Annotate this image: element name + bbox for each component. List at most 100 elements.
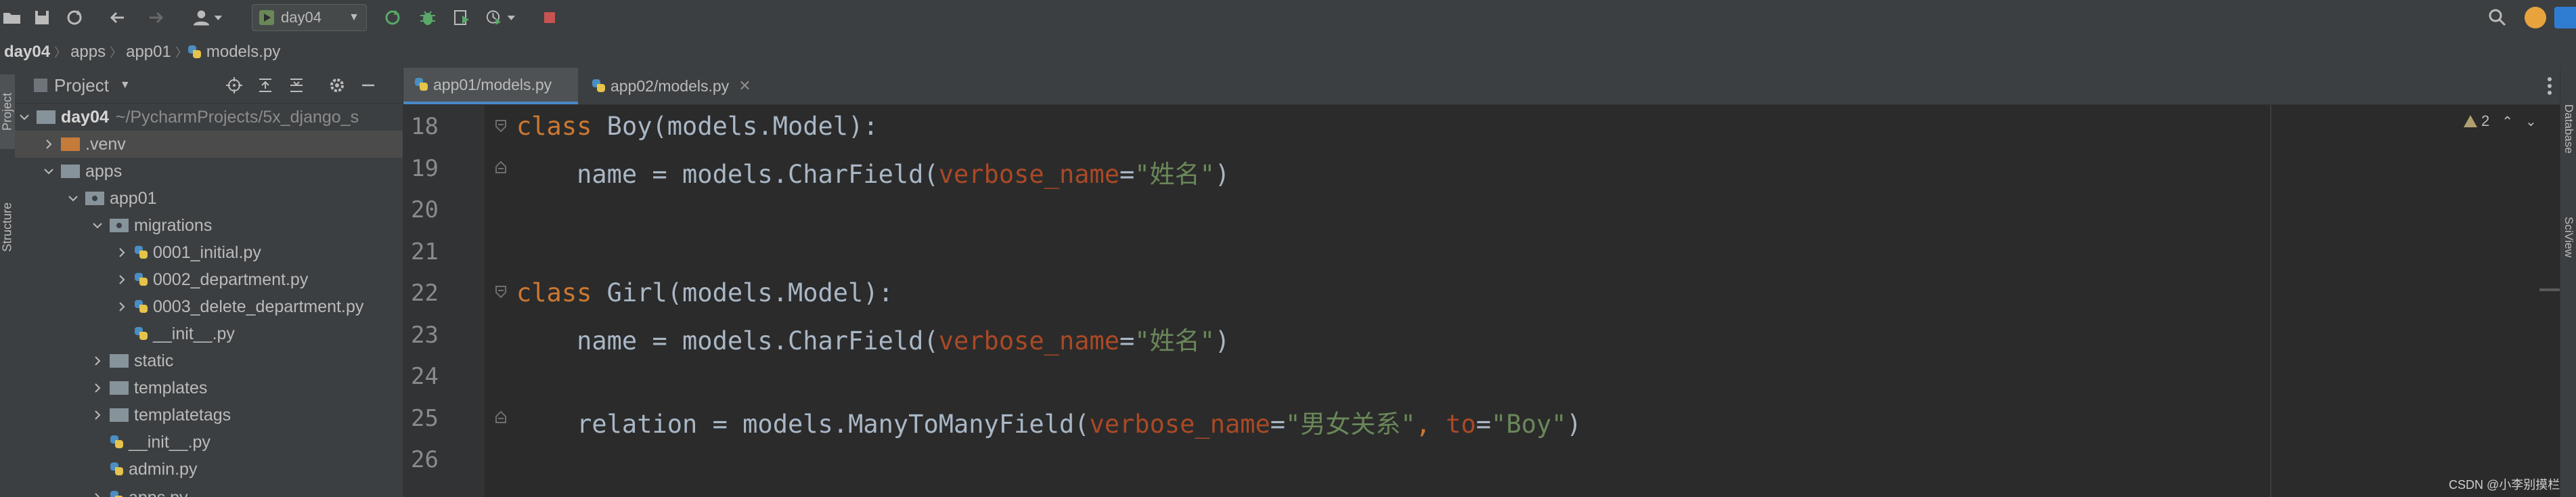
code-token: , xyxy=(1415,410,1446,439)
run-configuration-dropdown[interactable]: day04 ▼ xyxy=(252,4,367,31)
coverage-icon[interactable] xyxy=(449,5,474,30)
chevron-down-icon[interactable] xyxy=(42,165,55,178)
code-token: name = models.CharField( xyxy=(516,326,939,355)
tree-item-migration-0003[interactable]: 0003_delete_department.py xyxy=(15,293,403,320)
tree-label: 0002_department.py xyxy=(153,269,309,289)
rerun-icon[interactable] xyxy=(380,5,405,30)
breadcrumb-app01[interactable]: app01 xyxy=(122,43,175,62)
tree-item-static[interactable]: static xyxy=(15,347,403,374)
chevron-up-icon[interactable]: ⌃ xyxy=(2502,113,2513,130)
code-line-23[interactable]: name = models.CharField(verbose_name="姓名… xyxy=(516,320,1230,357)
forward-arrow-icon[interactable] xyxy=(143,5,168,30)
project-tool-tab[interactable]: Project xyxy=(0,74,15,149)
refresh-icon[interactable] xyxy=(62,5,87,30)
code-editor[interactable]: 18 19 20 21 22 23 24 25 26 class Boy(mod… xyxy=(403,105,2270,497)
tree-item-app01[interactable]: app01 xyxy=(15,185,403,212)
tree-item-admin[interactable]: admin.py xyxy=(15,456,403,483)
tree-item-migration-0002[interactable]: 0002_department.py xyxy=(15,266,403,293)
tab-app01-models[interactable]: app01/models.py xyxy=(403,68,578,104)
warning-count: 2 xyxy=(2481,112,2490,129)
open-folder-icon[interactable] xyxy=(0,5,24,30)
string-token: "姓名" xyxy=(1134,326,1215,355)
scrollbar-marker[interactable] xyxy=(2539,288,2560,291)
tab-label: app02/models.py xyxy=(610,77,730,95)
hide-panel-icon[interactable] xyxy=(359,76,378,95)
fold-open-icon[interactable] xyxy=(494,119,508,133)
right-tool-strip: Database SciView xyxy=(2560,68,2576,497)
tree-label: templates xyxy=(134,378,208,397)
back-arrow-icon[interactable] xyxy=(106,5,130,30)
chevron-down-icon[interactable] xyxy=(18,110,31,124)
tree-item-apps[interactable]: apps xyxy=(15,158,403,185)
code-line-22[interactable]: class Girl(models.Model): xyxy=(516,278,893,307)
breadcrumb-apps[interactable]: apps xyxy=(66,43,110,62)
profile-icon[interactable] xyxy=(482,5,520,30)
chevron-right-icon[interactable] xyxy=(91,354,104,368)
code-line-25[interactable]: relation = models.ManyToManyField(verbos… xyxy=(516,404,1582,440)
fold-open-icon[interactable] xyxy=(494,285,508,299)
chevron-right-icon[interactable] xyxy=(42,137,55,151)
vcs-user-icon[interactable] xyxy=(191,5,226,30)
gear-icon[interactable] xyxy=(328,76,347,95)
search-icon[interactable] xyxy=(2485,5,2510,30)
database-tool-tab[interactable]: Database xyxy=(2560,81,2576,176)
tree-item-templates[interactable]: templates xyxy=(15,374,403,402)
chevron-right-icon: 〉 xyxy=(175,46,187,60)
breadcrumb-project[interactable]: day04 xyxy=(0,43,54,62)
chevron-right-icon[interactable] xyxy=(115,300,129,314)
sciview-tool-tab[interactable]: SciView xyxy=(2560,196,2576,278)
inspection-widget[interactable]: 2 ⌃ ⌄ xyxy=(2464,112,2537,130)
tree-item-venv[interactable]: .venv xyxy=(15,131,403,158)
chevron-right-icon[interactable] xyxy=(91,408,104,422)
line-number: 23 xyxy=(411,322,439,349)
stop-icon[interactable] xyxy=(537,5,562,30)
chevron-down-icon[interactable] xyxy=(91,219,104,232)
code-line-18[interactable]: class Boy(models.Model): xyxy=(516,112,879,141)
tree-item-root[interactable]: day04 ~/PycharmProjects/5x_django_s xyxy=(15,104,403,131)
tree-item-templatetags[interactable]: templatetags xyxy=(15,402,403,429)
project-view-label[interactable]: Project xyxy=(54,75,109,96)
code-line-19[interactable]: name = models.CharField(verbose_name="姓名… xyxy=(516,154,1230,190)
debug-bug-icon[interactable] xyxy=(416,5,440,30)
chevron-right-icon[interactable] xyxy=(91,381,104,395)
structure-tool-tab[interactable]: Structure xyxy=(0,183,15,271)
toolbox-icon[interactable] xyxy=(2554,7,2576,28)
chevron-right-icon[interactable] xyxy=(115,246,129,259)
breadcrumb-file[interactable]: models.py xyxy=(206,43,284,62)
string-token: "男女关系" xyxy=(1285,410,1416,439)
chevron-down-icon[interactable] xyxy=(66,192,80,205)
python-file-icon xyxy=(110,462,125,477)
code-token: ) xyxy=(1566,410,1582,439)
line-number: 18 xyxy=(411,113,439,140)
code-token: Boy(models.Model): xyxy=(592,112,879,141)
python-file-icon xyxy=(134,245,149,260)
chevron-down-icon[interactable]: ⌄ xyxy=(2525,113,2537,130)
package-folder-icon xyxy=(85,192,104,205)
fold-end-icon[interactable] xyxy=(494,160,508,174)
chevron-right-icon[interactable] xyxy=(115,273,129,286)
tree-item-migrations-init[interactable]: __init__.py xyxy=(15,320,403,347)
tree-item-app-init[interactable]: __init__.py xyxy=(15,429,403,456)
editor-right-area xyxy=(2271,105,2549,497)
tree-item-migrations[interactable]: migrations xyxy=(15,212,403,239)
save-icon[interactable] xyxy=(30,5,54,30)
python-file-icon xyxy=(592,79,606,93)
more-options-icon[interactable] xyxy=(2548,77,2553,95)
chevron-right-icon[interactable] xyxy=(91,491,104,497)
folder-icon xyxy=(61,165,80,178)
tree-item-migration-0001[interactable]: 0001_initial.py xyxy=(15,239,403,266)
fold-end-icon[interactable] xyxy=(494,410,508,424)
python-file-icon xyxy=(134,272,149,287)
chevron-down-icon[interactable]: ▼ xyxy=(120,79,131,91)
tree-label: apps.py xyxy=(129,488,188,497)
line-number: 20 xyxy=(411,196,439,223)
update-notification-icon[interactable] xyxy=(2525,7,2546,28)
collapse-all-icon[interactable] xyxy=(287,76,306,95)
line-number: 25 xyxy=(411,405,439,432)
tree-item-apps-py[interactable]: apps.py xyxy=(15,484,403,497)
expand-all-icon[interactable] xyxy=(256,76,275,95)
close-icon[interactable]: ✕ xyxy=(738,77,751,95)
locate-file-icon[interactable] xyxy=(225,76,244,95)
tab-app02-models[interactable]: app02/models.py ✕ xyxy=(581,68,777,104)
string-token: "姓名" xyxy=(1134,160,1215,189)
